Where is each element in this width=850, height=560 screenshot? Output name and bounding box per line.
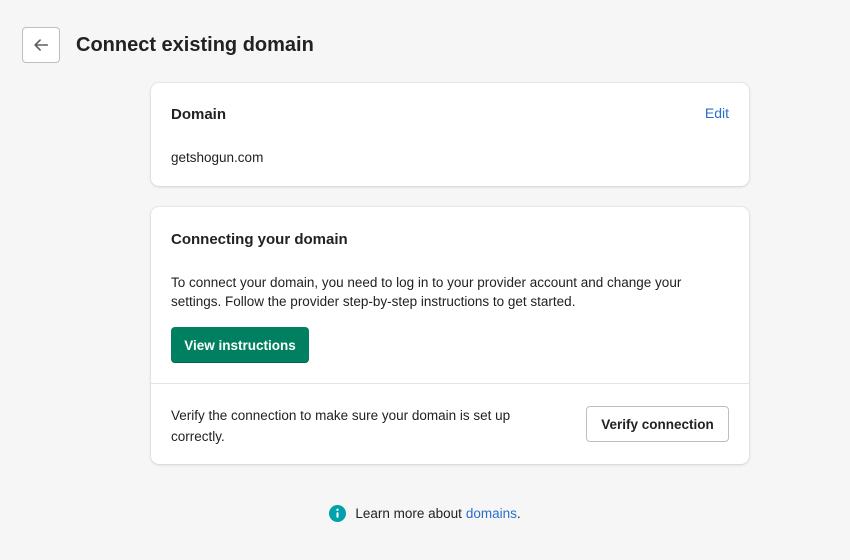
back-button[interactable]: [22, 27, 60, 63]
footer-suffix: .: [516, 506, 521, 521]
domain-value: getshogun.com: [171, 150, 264, 165]
page-title: Connect existing domain: [76, 33, 314, 56]
domains-link[interactable]: domains: [466, 506, 517, 521]
connecting-domain-card: Connecting your domain To connect your d…: [151, 207, 749, 464]
domain-card: Domain Edit getshogun.com: [151, 83, 749, 186]
edit-link[interactable]: Edit: [705, 105, 729, 121]
verify-connection-button[interactable]: Verify connection: [586, 406, 729, 442]
arrow-left-icon: [34, 39, 49, 51]
connecting-card-heading: Connecting your domain: [171, 231, 348, 248]
view-instructions-button[interactable]: View instructions: [171, 327, 309, 363]
footer-help: Learn more about domains .: [0, 505, 850, 522]
verify-description: Verify the connection to make sure your …: [171, 408, 511, 444]
info-icon: [329, 505, 347, 522]
card-divider: [151, 383, 749, 384]
domain-card-heading: Domain: [171, 106, 227, 123]
footer-text: Learn more about: [355, 506, 462, 521]
connecting-description: To connect your domain, you need to log …: [171, 275, 682, 309]
page-header: Connect existing domain: [22, 27, 314, 63]
